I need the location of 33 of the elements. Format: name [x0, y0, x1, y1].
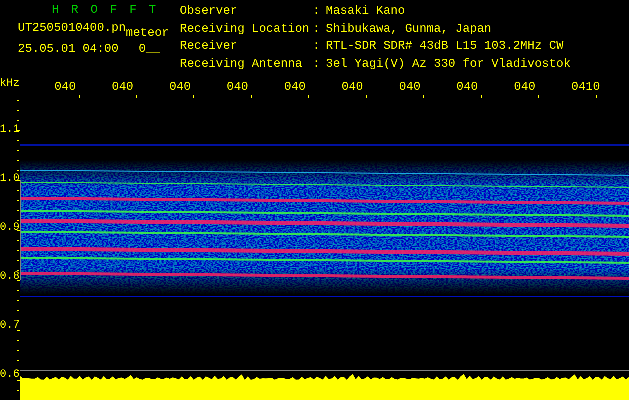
time-tick [250, 95, 252, 98]
colon-separator: : [313, 22, 322, 38]
time-label: 040 [514, 81, 537, 93]
count-text: 0__ [138, 43, 160, 55]
time-label: 0410 [572, 81, 602, 93]
time-tick [136, 95, 138, 98]
info-label: Receiver [180, 40, 239, 55]
file-name: UT2505010400.pn [18, 22, 126, 37]
unit-label: kHz [0, 78, 21, 90]
info-value: Shibukawa, Gunma, Japan [326, 22, 493, 38]
colon-separator: : [313, 5, 322, 20]
time-tick [366, 95, 367, 98]
info-value: RTL-SDR SDR# 43dB L15 103.2MHz CW [326, 40, 565, 55]
time-label: 040 [226, 81, 250, 93]
time-label: 040 [456, 81, 480, 93]
info-value: 3el Yagi(V) Az 330 for Vladivostok [326, 58, 571, 72]
colon-separator: : [313, 40, 322, 55]
time-label: 040 [169, 81, 192, 93]
file-type: meteor [126, 27, 170, 39]
time-label: 040 [284, 81, 307, 93]
time-label: 040 [112, 81, 135, 93]
app-title: H R O F F T [52, 4, 160, 16]
time-label: 040 [342, 81, 364, 93]
timestamp: 25.05.01 04:00 [18, 43, 119, 55]
time-tick [423, 95, 424, 98]
info-label: Observer [180, 5, 239, 20]
time-label: 040 [54, 81, 78, 93]
colon-separator: : [313, 58, 322, 72]
time-label: 040 [399, 81, 422, 93]
info-label: Receiving Antenna [180, 58, 304, 72]
info-value: Masaki Kano [326, 5, 406, 20]
time-tick [538, 95, 540, 98]
info-label: Receiving Location [180, 22, 311, 38]
